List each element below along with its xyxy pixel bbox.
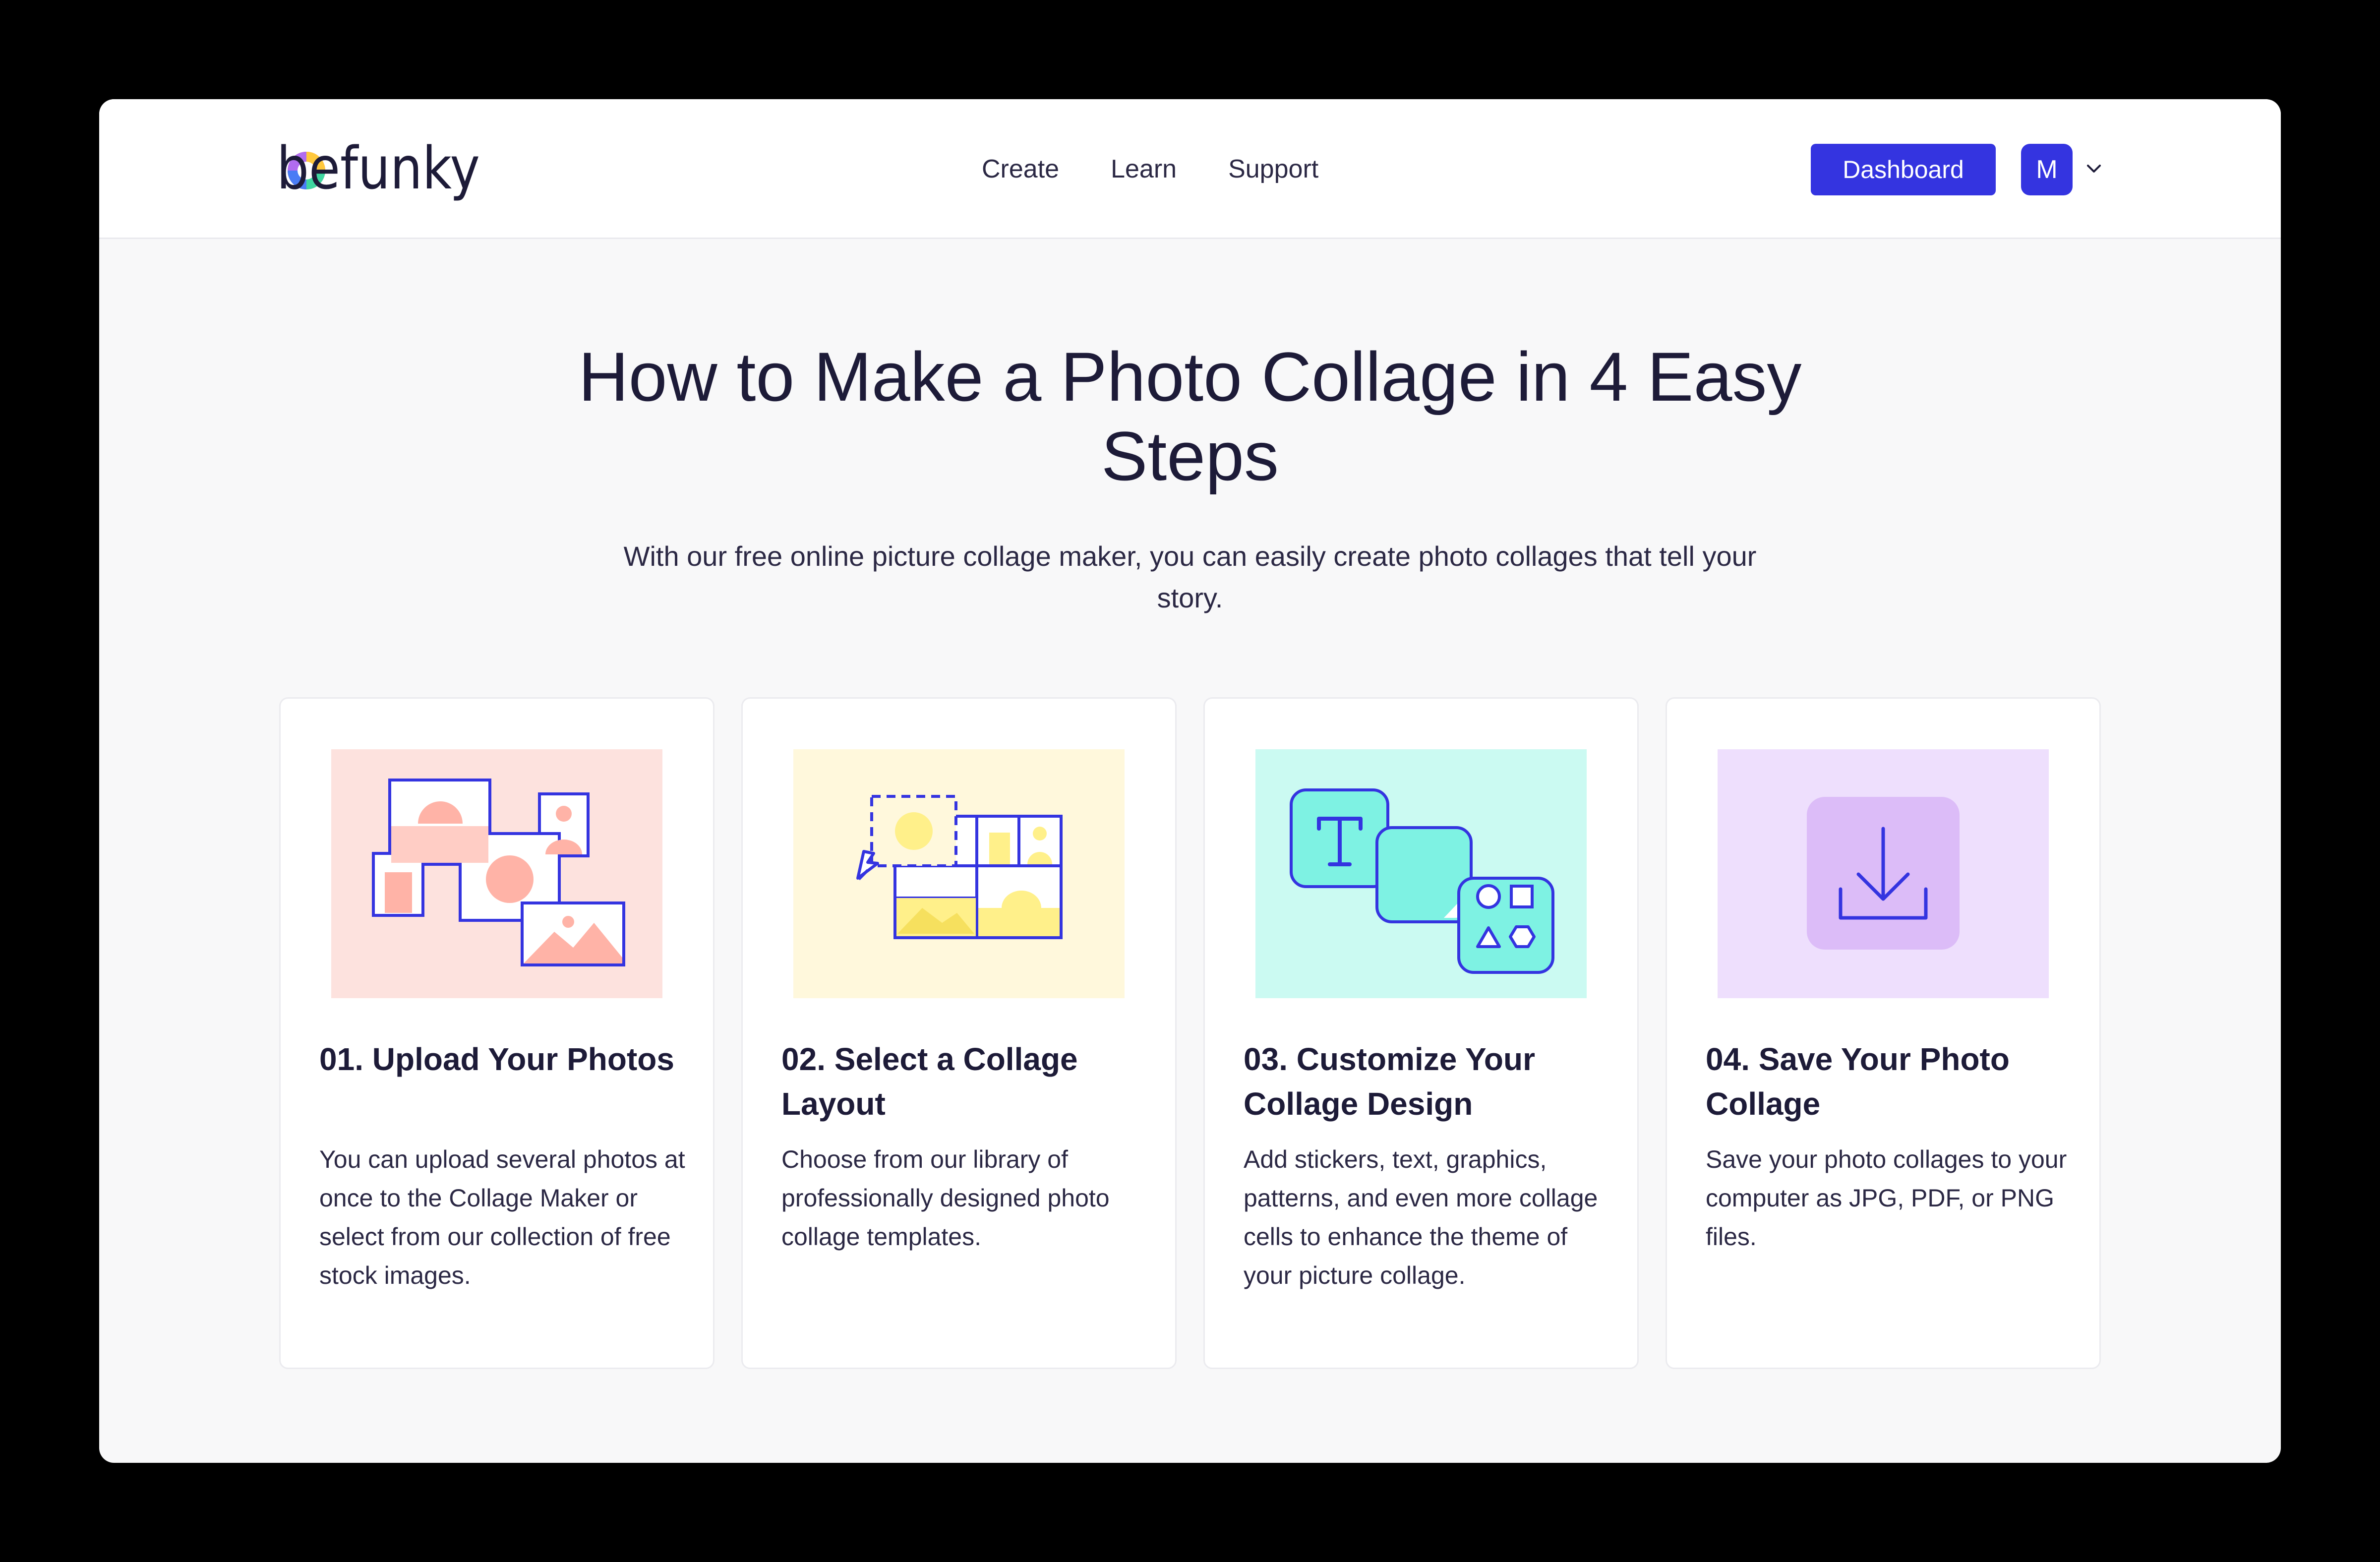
step-title: 01. Upload Your Photos [319,1041,674,1077]
chevron-down-icon[interactable] [2084,159,2104,179]
layout-illustration [793,749,1125,998]
design-elements-icon [1255,749,1587,998]
collage-layout-icon [793,749,1125,998]
upload-photos-illustration [331,749,662,998]
save-illustration [1718,749,2049,998]
photos-collage-icon [331,749,662,998]
step-card-customize: 03. Customize Your Collage Design Add st… [1203,697,1639,1369]
step-title: 04. Save Your Photo Collage [1706,1041,2010,1122]
page-title: How to Make a Photo Collage in 4 Easy St… [578,338,1802,495]
step-description: You can upload several photos at once to… [319,1145,685,1289]
step-description: Add stickers, text, graphics, patterns, … [1244,1145,1598,1289]
step-card-upload: 01. Upload Your Photos You can upload se… [279,697,714,1369]
step-card-layout: 02. Select a Collage Layout Choose from … [741,697,1177,1369]
step-card-save: 04. Save Your Photo Collage Save your ph… [1666,697,2101,1369]
download-icon [1718,749,2049,998]
nav-link-support[interactable]: Support [1228,154,1318,184]
step-title: 02. Select a Collage Layout [781,1041,1078,1122]
browser-window: befunky Create Learn Support Dashboard M… [99,99,2281,1463]
nav-link-learn[interactable]: Learn [1111,154,1177,184]
top-navbar: befunky Create Learn Support Dashboard M [99,99,2281,239]
customize-illustration [1255,749,1587,998]
step-description: Save your photo collages to your compute… [1706,1145,2067,1251]
nav-link-create[interactable]: Create [982,154,1059,184]
step-title: 03. Customize Your Collage Design [1244,1041,1535,1122]
befunky-logo[interactable]: befunky [273,130,486,204]
dashboard-button[interactable]: Dashboard [1811,144,1996,195]
logo-text: befunky [277,134,480,202]
page-subtitle: With our free online picture collage mak… [623,541,1757,613]
main-nav: Create Learn Support [982,99,1318,239]
user-avatar[interactable]: M [2021,144,2073,195]
step-description: Choose from our library of professionall… [781,1145,1110,1251]
